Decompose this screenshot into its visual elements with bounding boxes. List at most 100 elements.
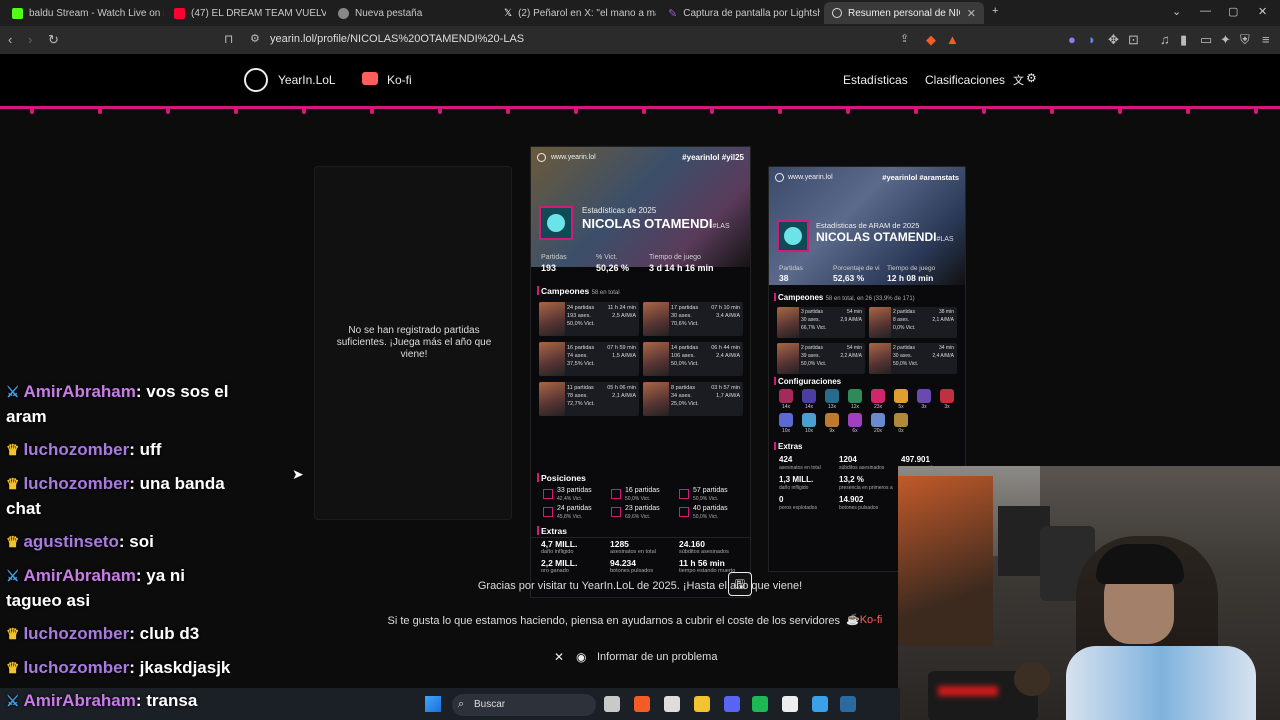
champion-portrait [869,343,891,374]
extras-title: Extras [541,526,567,536]
back-icon[interactable]: ‹ [8,32,12,47]
taskbar-search[interactable]: ⌕ Buscar [452,694,596,716]
chat-text: vos sos el [141,382,229,401]
champions-note: 58 en total [591,290,620,296]
screenshot-icon[interactable]: ⊡ [1128,32,1139,48]
folder-icon[interactable] [694,696,710,712]
summoner-name: NICOLAS OTAMENDI#LAS [816,230,954,244]
bookmark-icon[interactable]: ⊓ [224,32,233,46]
nav-clasificaciones[interactable]: Clasificaciones [925,73,1005,87]
augment-icon [779,389,793,403]
augment-icon [779,413,793,427]
share-icon[interactable]: ⇪ [900,32,909,45]
brand-link[interactable]: YearIn.LoL [278,73,336,87]
close-window-icon[interactable]: ✕ [1258,5,1267,18]
champion-detail: 37,5% Vict. [567,361,595,367]
augment-count: 23x [873,404,883,410]
pink-drip [1254,106,1258,114]
discord-icon[interactable] [724,696,740,712]
champion-detail: 25,0% Vict. [671,401,699,407]
extra-value: 0 [779,495,784,504]
ccleaner-icon[interactable] [812,696,828,712]
summoner-region: #LAS [712,223,730,230]
yearin-logo-icon[interactable] [244,68,268,92]
brave-shields-icon[interactable]: ◆ [926,32,936,48]
settings-gear-icon[interactable]: ⚙ [1026,71,1037,85]
kofi-support-icon[interactable]: ☕Ko-fi [846,613,882,626]
kofi-link[interactable]: Ko-fi [387,73,412,87]
position-icon [611,489,621,499]
champion-detail: 54 min [846,309,862,315]
site-info-icon[interactable]: ⚙ [250,32,260,45]
extra-label: presencia en primeros a [839,485,893,491]
new-tab-icon[interactable]: + [992,5,998,17]
file-explorer-icon[interactable] [604,696,620,712]
tab-x[interactable]: 𝕏 (2) Peñarol en X: "el mano a mano [496,2,656,24]
kofi-cup-icon[interactable] [362,72,378,85]
extension-icon[interactable]: ● [1068,32,1076,47]
champion-detail: 2,5 A/M/A [612,313,636,319]
music-icon[interactable]: ♫ [1160,32,1170,47]
pink-drip [1186,106,1190,114]
champion-detail: 0,0% Vict. [893,325,916,331]
position-icon [679,489,689,499]
steam-icon[interactable] [840,696,856,712]
brave-rewards-icon[interactable]: ▲ [946,32,959,47]
champion-detail: 50,0% Vict. [567,321,595,327]
brave-icon [338,7,349,19]
minimize-icon[interactable]: — [1200,5,1211,17]
extra-label: poros explotados [779,505,818,511]
forward-icon[interactable]: › [28,32,32,47]
nav-estadisticas[interactable]: Estadísticas [843,73,908,87]
translate-icon[interactable]: ◗ [1088,32,1096,47]
champions-heading: Campeones 58 en total [541,286,620,296]
champion-detail: 2,2 A/M/A [840,353,862,359]
language-icon[interactable]: 文 [1013,72,1024,88]
chat-username: luchozomber [23,658,130,677]
stat-label: Partidas [541,254,567,261]
champion-stat: 3 partidas 30 ases. 66,7% Vict. 54 min 2,9 A… [777,307,865,338]
vpn-icon[interactable]: ⛨ [1240,32,1250,48]
chevron-down-icon[interactable]: ⌄ [1172,5,1181,18]
chat-username: luchozomber [23,440,130,459]
x-icon[interactable]: ✕ [554,650,564,664]
tab-new[interactable]: Nueva pestaña [330,2,490,24]
tab-lightshot[interactable]: ✎ Captura de pantalla por Lightshot [660,2,820,24]
spotify-icon[interactable] [752,696,768,712]
position-games: 16 partidas [625,487,660,494]
augment-icon [871,413,885,427]
chat-username: AmirAbraham [23,382,136,401]
tab-kick[interactable]: baldu Stream - Watch Live on Ki [4,2,164,24]
leo-icon[interactable]: ✦ [1220,32,1231,48]
pink-drip [506,106,510,114]
windows-start-icon[interactable] [425,696,441,712]
extra-label: súbditos asesinados [839,465,885,471]
discord-icon[interactable]: ◉ [576,650,586,664]
extra-label: asesinatos en total [779,465,821,471]
address-bar[interactable]: yearin.lol/profile/NICOLAS%20OTAMENDI%20… [270,33,524,45]
pink-drip [642,106,646,114]
report-problem-link[interactable]: Informar de un problema [597,651,717,663]
wallet-icon[interactable]: ▭ [1200,32,1212,48]
pink-divider [0,106,1280,109]
tab-youtube[interactable]: (47) EL DREAM TEAM VUELVE Y ALE [166,2,326,24]
sidebar-icon[interactable]: ▮ [1180,32,1187,48]
tab-yearin[interactable]: Resumen personal de NICOLAS ✕ [824,2,984,24]
extra-value: 424 [779,455,793,464]
brave-icon[interactable] [634,696,650,712]
close-tab-icon[interactable]: ✕ [967,7,976,20]
reload-icon[interactable]: ↻ [48,32,59,48]
poster-art [898,476,993,646]
yearin-icon [832,8,842,18]
augment-icon [825,389,839,403]
augment-count: 12x [850,404,860,410]
augment-count: 13x [827,404,837,410]
champion-portrait [643,302,669,336]
maximize-icon[interactable]: ▢ [1228,5,1238,18]
card-site: www.yearin.lol [551,154,596,161]
epic-games-icon[interactable] [782,696,798,712]
chat-text-cont: aram [6,407,47,426]
chatgpt-icon[interactable] [664,696,680,712]
puzzle-icon[interactable]: ✥ [1108,32,1119,48]
menu-icon[interactable]: ≡ [1262,32,1270,47]
